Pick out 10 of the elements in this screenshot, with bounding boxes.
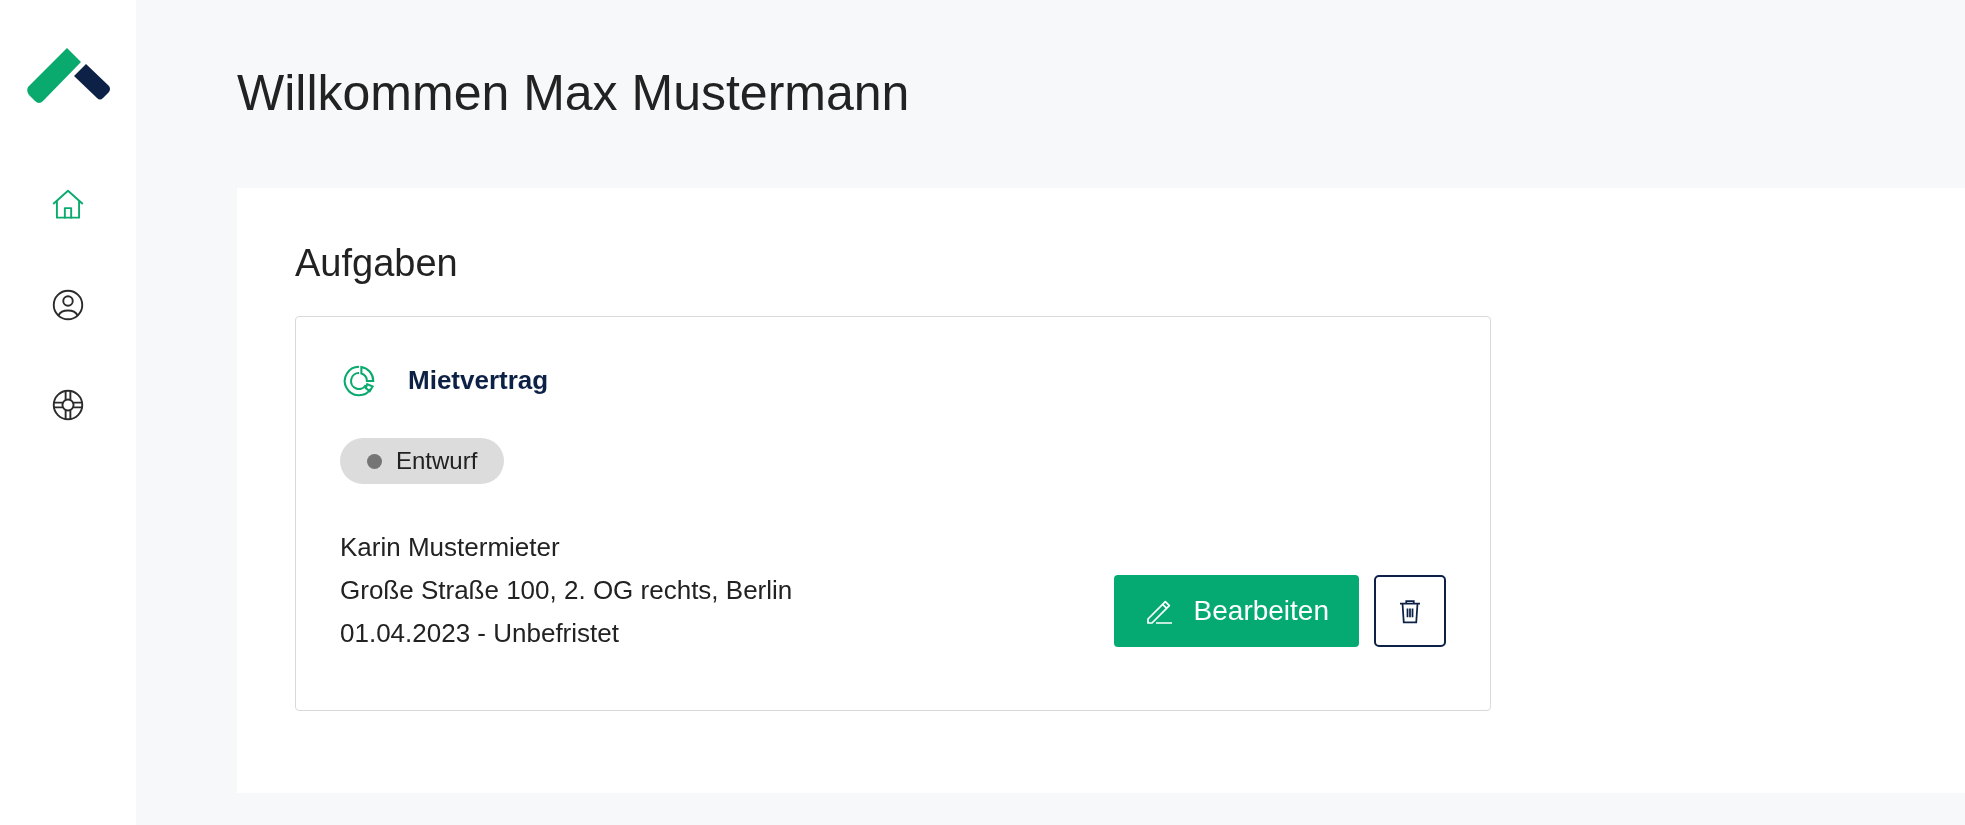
- edit-button[interactable]: Bearbeiten: [1113, 575, 1359, 647]
- delete-button[interactable]: [1374, 575, 1446, 647]
- section-title: Aufgaben: [295, 241, 459, 286]
- card-detail-text: 01.04.2023 - Unbefristet: [340, 617, 620, 650]
- card-detail-text: Karin Mustermieter: [340, 531, 561, 564]
- page-title: Willkommen Max Mustermann: [237, 64, 911, 123]
- logo-icon: [26, 48, 110, 106]
- status-label: Entwurf: [396, 446, 478, 476]
- card-title: Mietvertrag: [408, 364, 549, 397]
- card-detail-text: Große Straße 100, 2. OG rechts, Berlin: [340, 574, 793, 607]
